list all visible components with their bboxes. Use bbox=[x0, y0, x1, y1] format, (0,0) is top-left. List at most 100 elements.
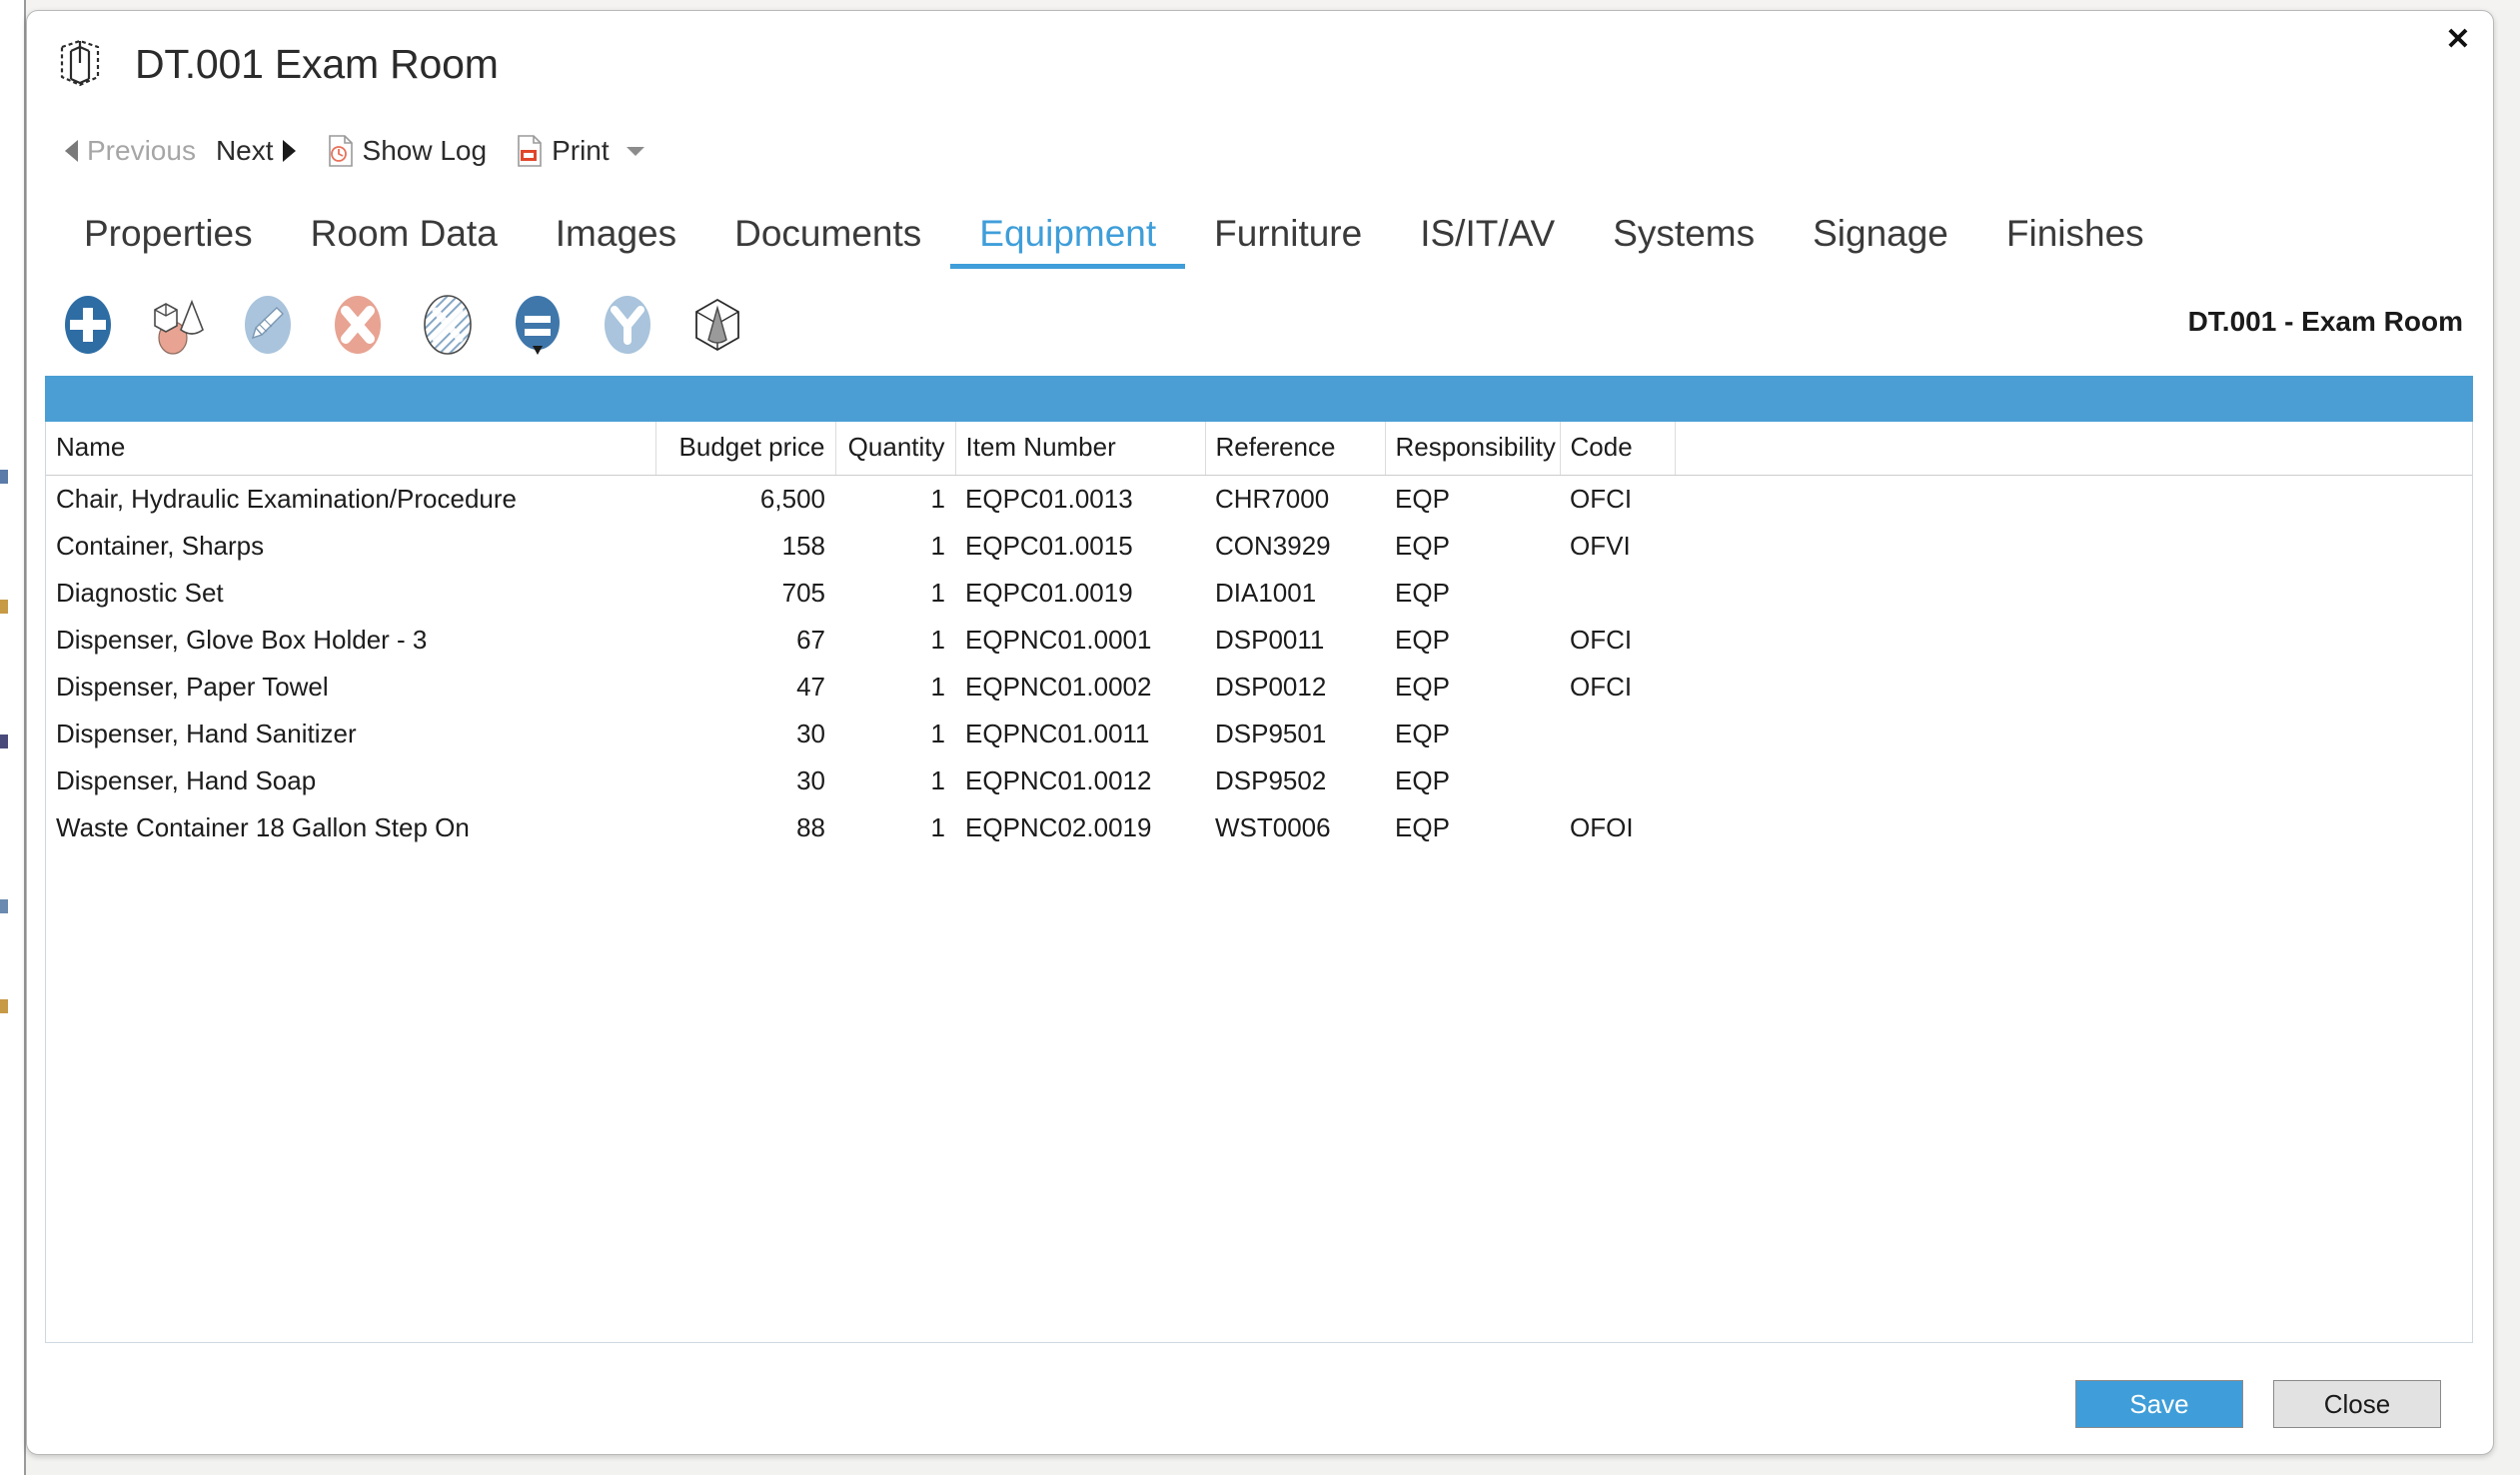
add-shape-icon[interactable] bbox=[145, 292, 211, 358]
cell-quantity: 1 bbox=[930, 765, 945, 795]
cell-spacer bbox=[1675, 523, 2472, 570]
cell-quantity: 1 bbox=[930, 672, 945, 702]
next-button[interactable]: Next bbox=[206, 133, 306, 169]
previous-button[interactable]: Previous bbox=[55, 133, 206, 169]
dialog-footer: Save Close bbox=[27, 1350, 2493, 1454]
cell-reference: WST0006 bbox=[1215, 812, 1331, 842]
tab-properties[interactable]: Properties bbox=[55, 207, 282, 269]
cell-budget-price: 67 bbox=[796, 625, 825, 655]
tab-documents[interactable]: Documents bbox=[705, 207, 950, 269]
cell-budget-price: 30 bbox=[796, 765, 825, 795]
previous-label: Previous bbox=[87, 135, 196, 166]
equipment-grid[interactable]: Name Budget price Quantity Item Number R… bbox=[45, 422, 2473, 1343]
col-header-name[interactable]: Name bbox=[46, 422, 656, 476]
cell-budget-price: 705 bbox=[781, 578, 825, 608]
col-header-responsibility[interactable]: Responsibility bbox=[1385, 422, 1561, 476]
selection-bar bbox=[45, 376, 2473, 422]
tab-is-it-av[interactable]: IS/IT/AV bbox=[1391, 207, 1584, 269]
tab-finishes[interactable]: Finishes bbox=[1977, 207, 2173, 269]
cell-name: Dispenser, Hand Soap bbox=[56, 765, 317, 795]
background-pip bbox=[0, 600, 8, 614]
cell-responsibility: EQP bbox=[1395, 625, 1450, 655]
col-header-budget-price[interactable]: Budget price bbox=[655, 422, 836, 476]
cone-box-icon[interactable] bbox=[684, 292, 750, 358]
cell-item-number: EQPNC01.0002 bbox=[965, 672, 1152, 702]
cell-name: Container, Sharps bbox=[56, 531, 265, 561]
table-row[interactable]: Chair, Hydraulic Examination/Procedure 6,… bbox=[46, 476, 2472, 524]
cell-spacer bbox=[1675, 617, 2472, 664]
room-detail-dialog: ✕ DT.001 Exam Room Previous Next Show Lo… bbox=[26, 10, 2494, 1455]
cell-quantity: 1 bbox=[930, 625, 945, 655]
col-header-spacer[interactable] bbox=[1675, 422, 2472, 476]
show-log-label: Show Log bbox=[362, 135, 488, 166]
link-hatched-icon[interactable] bbox=[415, 292, 481, 358]
tab-room-data[interactable]: Room Data bbox=[282, 207, 527, 269]
branch-y-icon[interactable] bbox=[595, 292, 660, 358]
cell-item-number: EQPNC01.0011 bbox=[965, 719, 1150, 748]
table-row[interactable]: Dispenser, Hand Soap 30 1 EQPNC01.0012 DSP95… bbox=[46, 757, 2472, 804]
cube-room-icon bbox=[49, 35, 111, 93]
cell-name: Diagnostic Set bbox=[56, 578, 224, 608]
tab-signage[interactable]: Signage bbox=[1784, 207, 1977, 269]
close-icon[interactable]: ✕ bbox=[2437, 19, 2479, 61]
tab-equipment[interactable]: Equipment bbox=[950, 207, 1186, 269]
cell-quantity: 1 bbox=[930, 719, 945, 748]
equals-pin-icon[interactable] bbox=[505, 292, 571, 358]
add-icon[interactable] bbox=[55, 292, 121, 358]
tab-systems[interactable]: Systems bbox=[1584, 207, 1784, 269]
background-pip bbox=[0, 470, 8, 484]
cell-reference: DIA1001 bbox=[1215, 578, 1317, 608]
tab-images[interactable]: Images bbox=[527, 207, 705, 269]
cell-name: Dispenser, Paper Towel bbox=[56, 672, 329, 702]
cell-name: Waste Container 18 Gallon Step On bbox=[56, 812, 470, 842]
col-header-quantity[interactable]: Quantity bbox=[835, 422, 956, 476]
cell-reference: CHR7000 bbox=[1215, 484, 1330, 514]
col-header-item-number[interactable]: Item Number bbox=[955, 422, 1206, 476]
table-row[interactable]: Waste Container 18 Gallon Step On 88 1 EQPN… bbox=[46, 804, 2472, 851]
cell-code: OFVI bbox=[1570, 531, 1631, 561]
delete-x-icon[interactable] bbox=[325, 292, 391, 358]
cell-budget-price: 158 bbox=[781, 531, 825, 561]
col-header-reference[interactable]: Reference bbox=[1205, 422, 1386, 476]
cell-spacer bbox=[1675, 711, 2472, 757]
cell-reference: DSP9502 bbox=[1215, 765, 1327, 795]
cell-quantity: 1 bbox=[930, 578, 945, 608]
tab-bar: Properties Room Data Images Documents Eq… bbox=[55, 203, 2173, 269]
table-row[interactable]: Dispenser, Hand Sanitizer 30 1 EQPNC01.0011… bbox=[46, 711, 2472, 757]
close-button[interactable]: Close bbox=[2273, 1380, 2441, 1428]
table-row[interactable]: Container, Sharps 158 1 EQPC01.0015 CON3929 E… bbox=[46, 523, 2472, 570]
save-button[interactable]: Save bbox=[2075, 1380, 2243, 1428]
cell-quantity: 1 bbox=[930, 812, 945, 842]
table-row[interactable]: Diagnostic Set 705 1 EQPC01.0019 DIA1001 EQP bbox=[46, 570, 2472, 617]
cell-spacer bbox=[1675, 664, 2472, 711]
chevron-down-icon[interactable] bbox=[626, 146, 644, 156]
edit-pencil-icon[interactable] bbox=[235, 292, 301, 358]
cell-quantity: 1 bbox=[930, 484, 945, 514]
col-header-code[interactable]: Code bbox=[1560, 422, 1676, 476]
cell-code bbox=[1560, 757, 1675, 804]
cell-responsibility: EQP bbox=[1395, 719, 1450, 748]
triangle-right-icon bbox=[282, 140, 296, 162]
cell-quantity: 1 bbox=[930, 531, 945, 561]
table-row[interactable]: Dispenser, Paper Towel 47 1 EQPNC01.0002 DSP… bbox=[46, 664, 2472, 711]
background-pip bbox=[0, 735, 8, 748]
room-label: DT.001 - Exam Room bbox=[2187, 306, 2463, 337]
cell-code: OFCI bbox=[1570, 672, 1633, 702]
show-log-button[interactable]: Show Log bbox=[318, 133, 498, 169]
cell-responsibility: EQP bbox=[1395, 578, 1450, 608]
cell-code bbox=[1560, 570, 1675, 617]
cell-budget-price: 47 bbox=[796, 672, 825, 702]
next-label: Next bbox=[215, 135, 274, 166]
print-button[interactable]: Print bbox=[507, 133, 654, 169]
cell-reference: DSP9501 bbox=[1215, 719, 1327, 748]
table-row[interactable]: Dispenser, Glove Box Holder - 3 67 1 EQPNC0… bbox=[46, 617, 2472, 664]
cell-item-number: EQPC01.0013 bbox=[965, 484, 1133, 514]
cell-budget-price: 88 bbox=[796, 812, 825, 842]
cell-name: Dispenser, Hand Sanitizer bbox=[56, 719, 357, 748]
tab-furniture[interactable]: Furniture bbox=[1185, 207, 1391, 269]
cell-reference: DSP0012 bbox=[1215, 672, 1327, 702]
cell-responsibility: EQP bbox=[1395, 765, 1450, 795]
equipment-toolbar bbox=[55, 289, 750, 361]
cell-reference: CON3929 bbox=[1215, 531, 1331, 561]
cell-code: OFOI bbox=[1570, 812, 1634, 842]
